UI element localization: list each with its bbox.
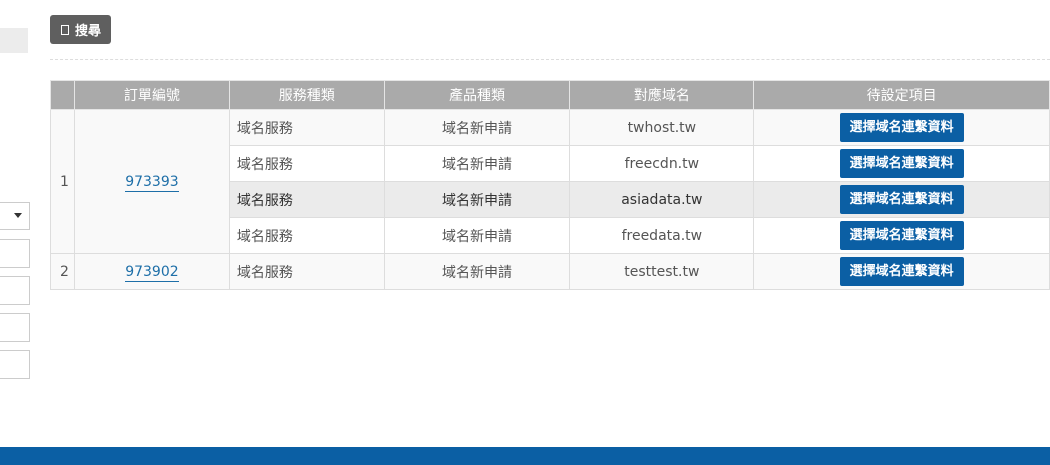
action-cell: 選擇域名連繫資料	[753, 181, 1050, 218]
select-contact-button[interactable]: 選擇域名連繫資料	[839, 221, 964, 250]
service-cell: 域名服務	[228, 217, 385, 254]
orders-table: 訂單編號 服務種類 產品種類 對應域名 待設定項目 1 973393 域名服務 …	[50, 80, 1050, 290]
sidebar-input[interactable]	[0, 239, 30, 268]
col-header-product: 產品種類	[383, 80, 571, 110]
row-index: 2	[50, 253, 75, 290]
footer-bar	[0, 447, 1050, 465]
table-header-row: 訂單編號 服務種類 產品種類 對應域名 待設定項目	[50, 80, 1050, 110]
table-row: 1 973393 域名服務 域名新申請 twhost.tw 選擇域名連繫資料	[50, 109, 1050, 254]
order-cell: 973902	[73, 253, 230, 290]
order-link[interactable]: 973902	[125, 263, 179, 282]
domain-cell: asiadata.tw	[569, 181, 755, 218]
product-cell: 域名新申請	[383, 253, 571, 290]
square-icon	[61, 24, 69, 35]
order-cell: 973393	[73, 109, 230, 254]
col-header-index	[50, 80, 75, 110]
service-cell: 域名服務	[228, 253, 385, 290]
select-contact-button[interactable]: 選擇域名連繫資料	[839, 185, 964, 214]
select-contact-button[interactable]: 選擇域名連繫資料	[839, 113, 964, 142]
search-button-label: 搜尋	[75, 24, 102, 39]
domain-cell: testtest.tw	[569, 253, 755, 290]
select-contact-button[interactable]: 選擇域名連繫資料	[839, 257, 964, 286]
product-cell: 域名新申請	[383, 217, 571, 254]
col-header-pending: 待設定項目	[753, 80, 1050, 110]
col-header-service: 服務種類	[228, 80, 385, 110]
col-header-domain: 對應域名	[569, 80, 755, 110]
sidebar-input[interactable]	[0, 313, 30, 342]
service-cell: 域名服務	[228, 181, 385, 218]
order-link[interactable]: 973393	[125, 173, 179, 192]
domain-cell: twhost.tw	[569, 109, 755, 146]
product-cell: 域名新申請	[383, 109, 571, 146]
divider	[50, 59, 1050, 60]
product-cell: 域名新申請	[383, 145, 571, 182]
table-row: 2 973902 域名服務 域名新申請 testtest.tw 選擇域名連繫資料	[50, 253, 1050, 290]
service-cell: 域名服務	[228, 109, 385, 146]
sidebar-input[interactable]	[0, 276, 30, 305]
domain-cell: freedata.tw	[569, 217, 755, 254]
sidebar-select[interactable]	[0, 202, 30, 230]
action-cell: 選擇域名連繫資料	[753, 145, 1050, 182]
select-contact-button[interactable]: 選擇域名連繫資料	[839, 149, 964, 178]
action-cell: 選擇域名連繫資料	[753, 109, 1050, 146]
action-cell: 選擇域名連繫資料	[753, 217, 1050, 254]
sidebar-input[interactable]	[0, 350, 30, 379]
caret-down-icon	[14, 213, 22, 218]
sidebar-active-item[interactable]	[0, 28, 28, 53]
action-cell: 選擇域名連繫資料	[753, 253, 1050, 290]
row-index: 1	[50, 109, 75, 254]
product-cell: 域名新申請	[383, 181, 571, 218]
search-button[interactable]: 搜尋	[50, 15, 112, 44]
domain-cell: freecdn.tw	[569, 145, 755, 182]
col-header-order: 訂單編號	[73, 80, 230, 110]
service-cell: 域名服務	[228, 145, 385, 182]
